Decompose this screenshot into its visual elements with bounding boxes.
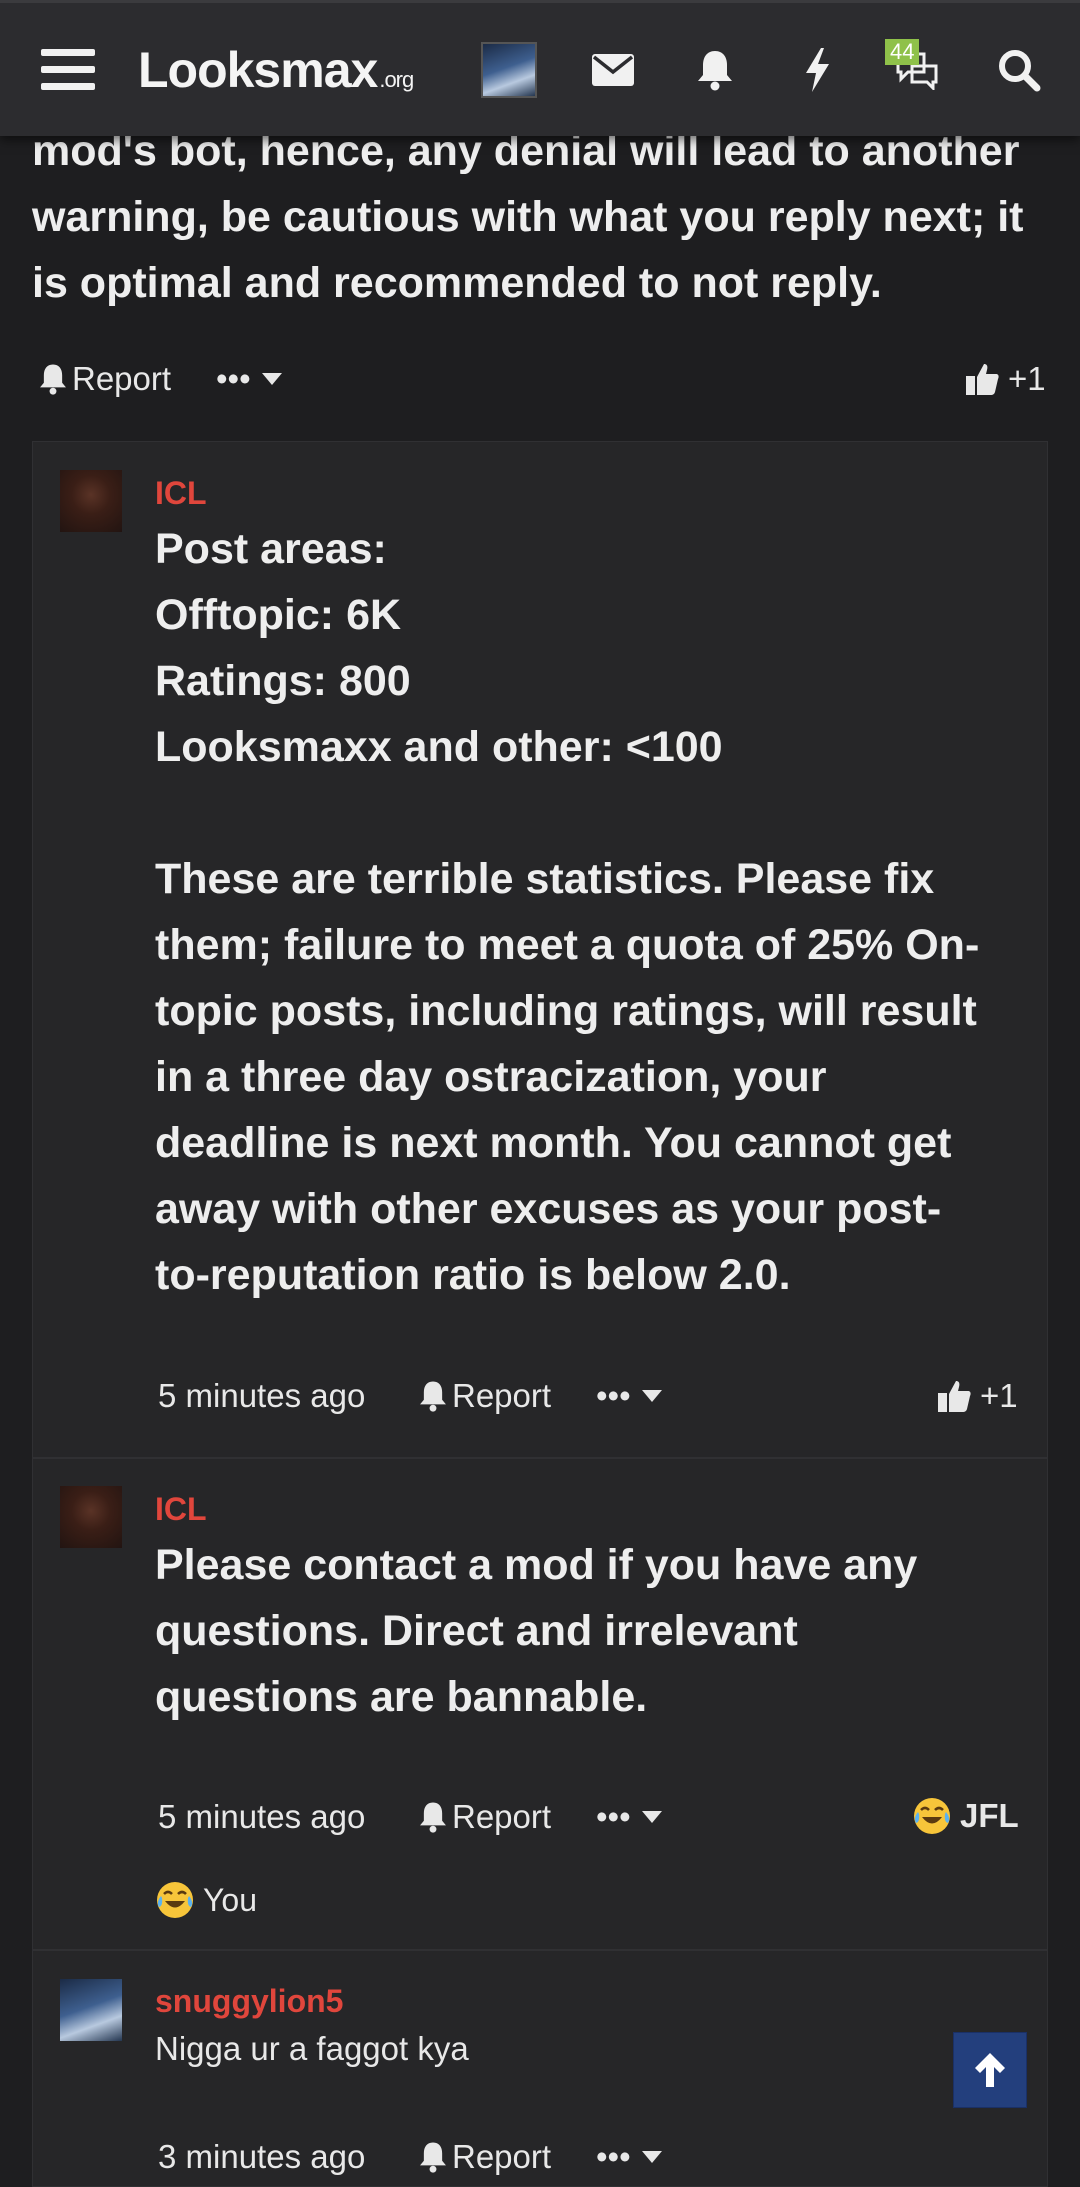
user-avatar-button[interactable] (480, 3, 538, 136)
chevron-down-icon (641, 2151, 662, 2163)
report-button[interactable]: Report (418, 1798, 551, 1836)
chevron-down-icon (641, 1390, 662, 1402)
mail-icon[interactable] (578, 3, 648, 136)
like-button[interactable]: +1 (964, 360, 1046, 398)
chevron-down-icon (641, 1811, 662, 1823)
report-button[interactable]: Report (418, 1377, 551, 1415)
timestamp[interactable]: 5 minutes ago (158, 1377, 365, 1415)
reactions-summary[interactable]: You (155, 1880, 257, 1920)
username-link[interactable]: snuggylion5 (155, 1983, 343, 2020)
reply-text-line: Please contact a mod if you have any (155, 1541, 918, 1589)
chevron-down-icon (261, 373, 282, 385)
notification-badge: 44 (885, 39, 920, 65)
avatar[interactable] (60, 1486, 122, 1548)
reacted-by: You (203, 1881, 257, 1918)
more-dots: ••• (216, 360, 251, 397)
reply-text-line: them; failure to meet a quota of 25% On- (155, 921, 980, 969)
reply-text-line: topic posts, including ratings, will res… (155, 987, 977, 1035)
site-logo[interactable]: Looksmax .org (138, 3, 414, 136)
reply-text-line: questions. Direct and irrelevant (155, 1607, 798, 1655)
report-label: Report (452, 1377, 552, 1414)
avatar (481, 41, 537, 98)
reaction-button[interactable]: JFL (912, 1796, 1019, 1836)
reply-text-line: questions are bannable. (155, 1673, 648, 1721)
report-label: Report (452, 1798, 552, 1835)
post-text-line: is optimal and recommended to not reply. (32, 259, 882, 307)
thumbs-up-icon (966, 364, 999, 395)
like-button[interactable]: +1 (936, 1377, 1018, 1415)
crying-laughing-emoji-icon (157, 1882, 193, 1918)
reply-text-line: Ratings: 800 (155, 657, 411, 705)
like-count: +1 (980, 1377, 1018, 1414)
top-navigation-bar: Looksmax .org 44 (0, 0, 1080, 136)
logo-text: Looksmax (138, 41, 378, 98)
bell-icon (420, 2142, 446, 2173)
arrow-up-icon (975, 2053, 1005, 2087)
menu-icon[interactable] (40, 3, 96, 136)
username-link[interactable]: ICL (155, 1491, 207, 1528)
reply-text-line: to-reputation ratio is below 2.0. (155, 1251, 791, 1299)
reply-text-line: Looksmaxx and other: <100 (155, 723, 723, 771)
bell-icon (420, 1802, 446, 1833)
username-link[interactable]: ICL (155, 475, 207, 512)
reply-text-line: Offtopic: 6K (155, 591, 402, 639)
reply-text-line: These are terrible statistics. Please fi… (155, 855, 935, 903)
like-count: +1 (1008, 360, 1046, 397)
conversations-icon[interactable] (882, 3, 952, 136)
avatar[interactable] (60, 470, 122, 532)
reply-text-line: in a three day ostracization, your (155, 1053, 827, 1101)
reply-text-line: Post areas: (155, 525, 387, 573)
post-text-line: warning, be cautious with what you reply… (32, 193, 1024, 241)
report-label: Report (452, 2138, 552, 2175)
bell-icon (420, 1381, 446, 1412)
report-button[interactable]: Report (38, 360, 171, 398)
bell-icon[interactable] (680, 3, 750, 136)
more-dots: ••• (596, 2138, 631, 2175)
more-dots: ••• (596, 1377, 631, 1414)
more-options-button[interactable]: ••• (596, 1377, 663, 1415)
timestamp[interactable]: 5 minutes ago (158, 1798, 365, 1836)
report-button[interactable]: Report (418, 2138, 551, 2176)
avatar[interactable] (60, 1979, 122, 2041)
reaction-label: JFL (960, 1797, 1019, 1834)
scroll-to-top-button[interactable] (953, 2032, 1027, 2108)
bolt-icon[interactable] (782, 3, 852, 136)
bell-icon (40, 364, 66, 395)
timestamp[interactable]: 3 minutes ago (158, 2138, 365, 2176)
more-options-button[interactable]: ••• (596, 1798, 663, 1836)
more-options-button[interactable]: ••• (216, 360, 283, 398)
logo-tld: .org (379, 66, 414, 92)
thumbs-up-icon (938, 1381, 971, 1412)
reply-text-line: away with other excuses as your post- (155, 1185, 942, 1233)
search-icon[interactable] (984, 3, 1054, 136)
reply-text-line: deadline is next month. You cannot get (155, 1119, 952, 1167)
more-dots: ••• (596, 1798, 631, 1835)
report-label: Report (72, 360, 172, 397)
crying-laughing-emoji-icon (914, 1798, 950, 1834)
reply-text-line: Nigga ur a faggot kya (155, 2030, 469, 2067)
more-options-button[interactable]: ••• (596, 2138, 663, 2176)
